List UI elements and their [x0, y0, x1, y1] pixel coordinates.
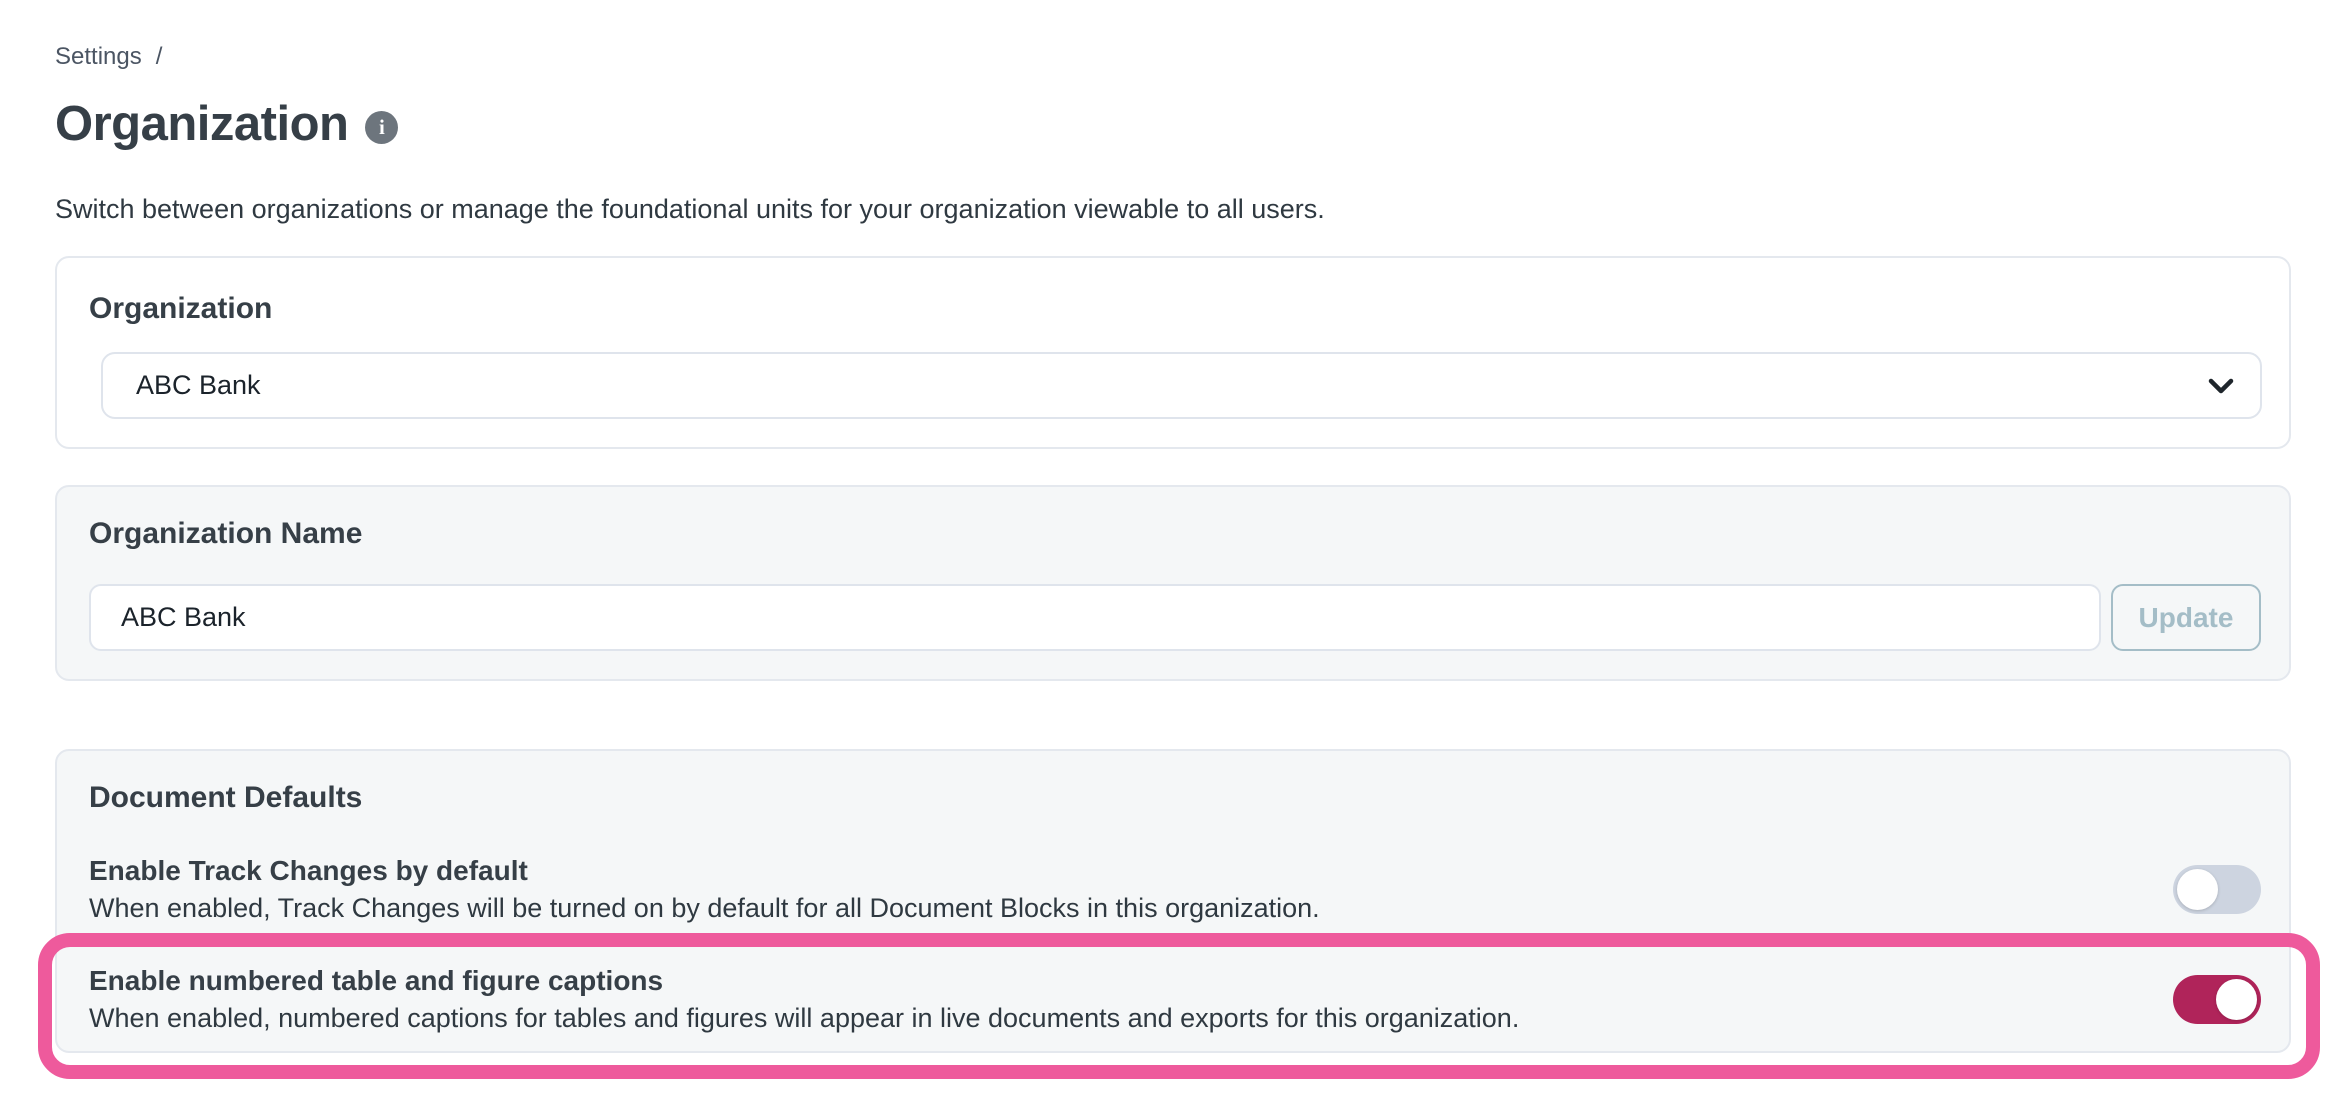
page-header: Organization i: [55, 98, 2291, 150]
organization-name-row: Update: [89, 584, 2261, 651]
document-defaults-card: Document Defaults Enable Track Changes b…: [55, 749, 2291, 1053]
breadcrumb-settings-link[interactable]: Settings: [55, 42, 142, 72]
page-subtitle: Switch between organizations or manage t…: [55, 194, 2291, 224]
update-button[interactable]: Update: [2111, 584, 2261, 651]
chevron-down-icon: [2208, 378, 2234, 394]
organization-select-value: ABC Bank: [136, 370, 261, 401]
organization-name-label: Organization Name: [89, 517, 2261, 551]
setting-row-track-changes: Enable Track Changes by default When ena…: [89, 855, 2261, 923]
breadcrumb: Settings /: [55, 42, 2291, 72]
toggle-knob: [2177, 869, 2218, 910]
numbered-captions-toggle[interactable]: [2173, 975, 2261, 1024]
organization-card: Organization ABC Bank: [55, 256, 2291, 449]
organization-select[interactable]: ABC Bank: [101, 352, 2262, 419]
document-defaults-heading: Document Defaults: [89, 781, 2261, 815]
track-changes-toggle[interactable]: [2173, 865, 2261, 914]
settings-organization-page: Settings / Organization i Switch between…: [0, 0, 2344, 1053]
page-title: Organization: [55, 98, 348, 150]
setting-row-numbered-captions: Enable numbered table and figure caption…: [89, 965, 2261, 1033]
track-changes-title: Enable Track Changes by default: [89, 855, 1320, 887]
toggle-knob: [2216, 979, 2257, 1020]
info-icon[interactable]: i: [365, 111, 398, 144]
organization-name-card: Organization Name Update: [55, 485, 2291, 681]
organization-name-input[interactable]: [89, 584, 2101, 651]
breadcrumb-separator: /: [156, 42, 163, 72]
organization-label: Organization: [89, 292, 2259, 326]
track-changes-description: When enabled, Track Changes will be turn…: [89, 893, 1320, 923]
numbered-captions-title: Enable numbered table and figure caption…: [89, 965, 1519, 997]
numbered-captions-description: When enabled, numbered captions for tabl…: [89, 1003, 1519, 1033]
